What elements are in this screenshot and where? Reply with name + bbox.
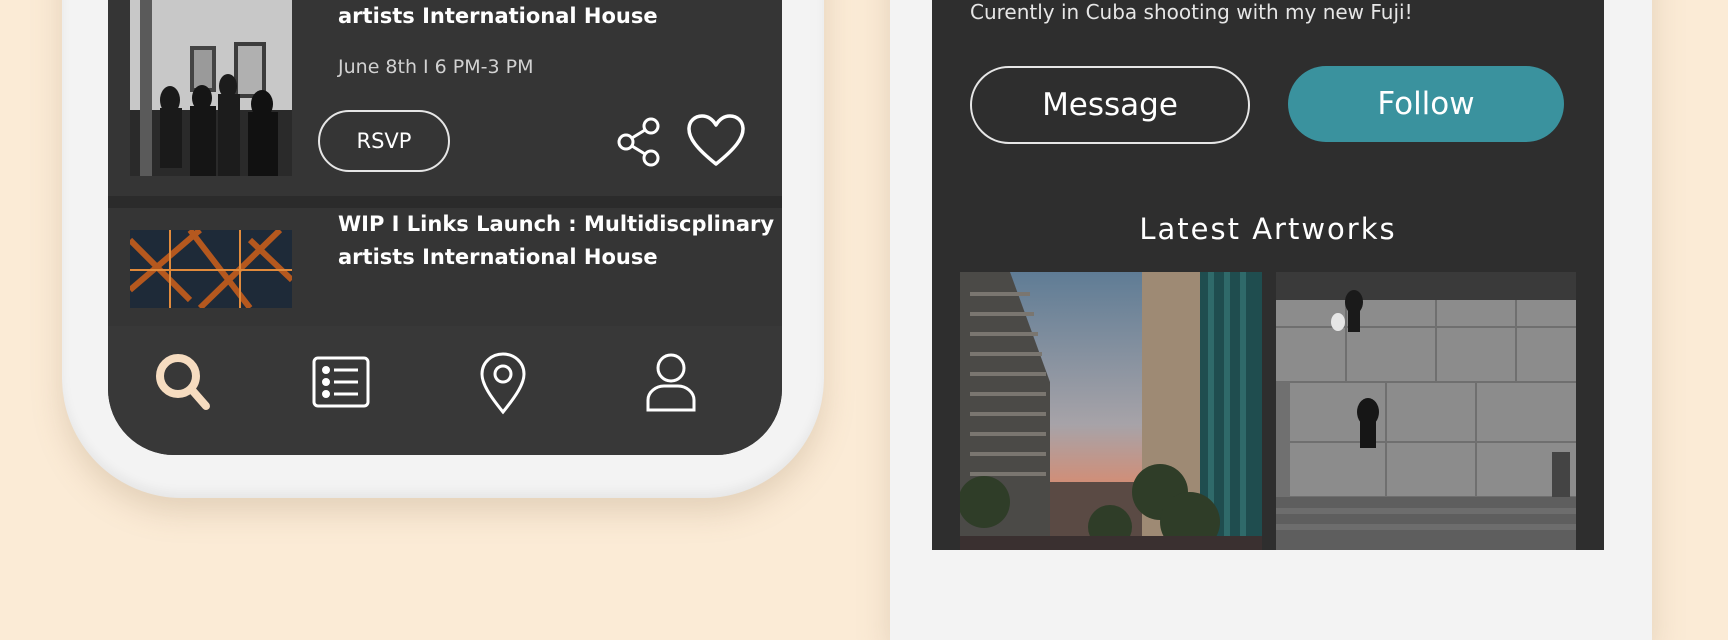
event-title-line-1: WIP I Links Launch : Multidiscplinary xyxy=(338,212,775,236)
user-icon xyxy=(646,353,696,412)
bottom-nav xyxy=(108,326,782,455)
event-divider xyxy=(108,196,782,208)
share-icon[interactable] xyxy=(616,116,662,168)
event-title: artists International House xyxy=(338,4,658,28)
nav-list-button[interactable] xyxy=(306,348,376,418)
message-button[interactable]: Message xyxy=(970,66,1250,144)
follow-button[interactable]: Follow xyxy=(1288,66,1564,142)
profile-screen: Curently in Cuba shooting with my new Fu… xyxy=(932,0,1604,550)
list-icon xyxy=(312,356,370,408)
event-card[interactable]: WIP I Links Launch : Multidiscplinary ar… xyxy=(108,208,782,326)
heart-icon[interactable] xyxy=(686,114,746,168)
artwork-city-street[interactable] xyxy=(960,272,1262,550)
nav-search-button[interactable] xyxy=(150,348,220,418)
nav-map-button[interactable] xyxy=(468,348,538,418)
event-thumbnail-structure xyxy=(130,230,292,308)
artwork-concrete-walkway[interactable] xyxy=(1276,272,1576,550)
events-screen: artists International House June 8th I 6… xyxy=(108,0,782,455)
map-pin-icon xyxy=(480,352,526,415)
event-date: June 8th I 6 PM-3 PM xyxy=(338,56,534,78)
nav-profile-button[interactable] xyxy=(636,348,706,418)
event-card[interactable]: artists International House June 8th I 6… xyxy=(108,0,782,196)
event-thumbnail-gallery xyxy=(130,0,292,176)
rsvp-button[interactable]: RSVP xyxy=(318,110,450,172)
search-icon xyxy=(156,354,210,410)
profile-bio: Curently in Cuba shooting with my new Fu… xyxy=(970,0,1413,24)
event-title-line-2: artists International House xyxy=(338,245,658,269)
latest-artworks-title: Latest Artworks xyxy=(1139,212,1397,246)
